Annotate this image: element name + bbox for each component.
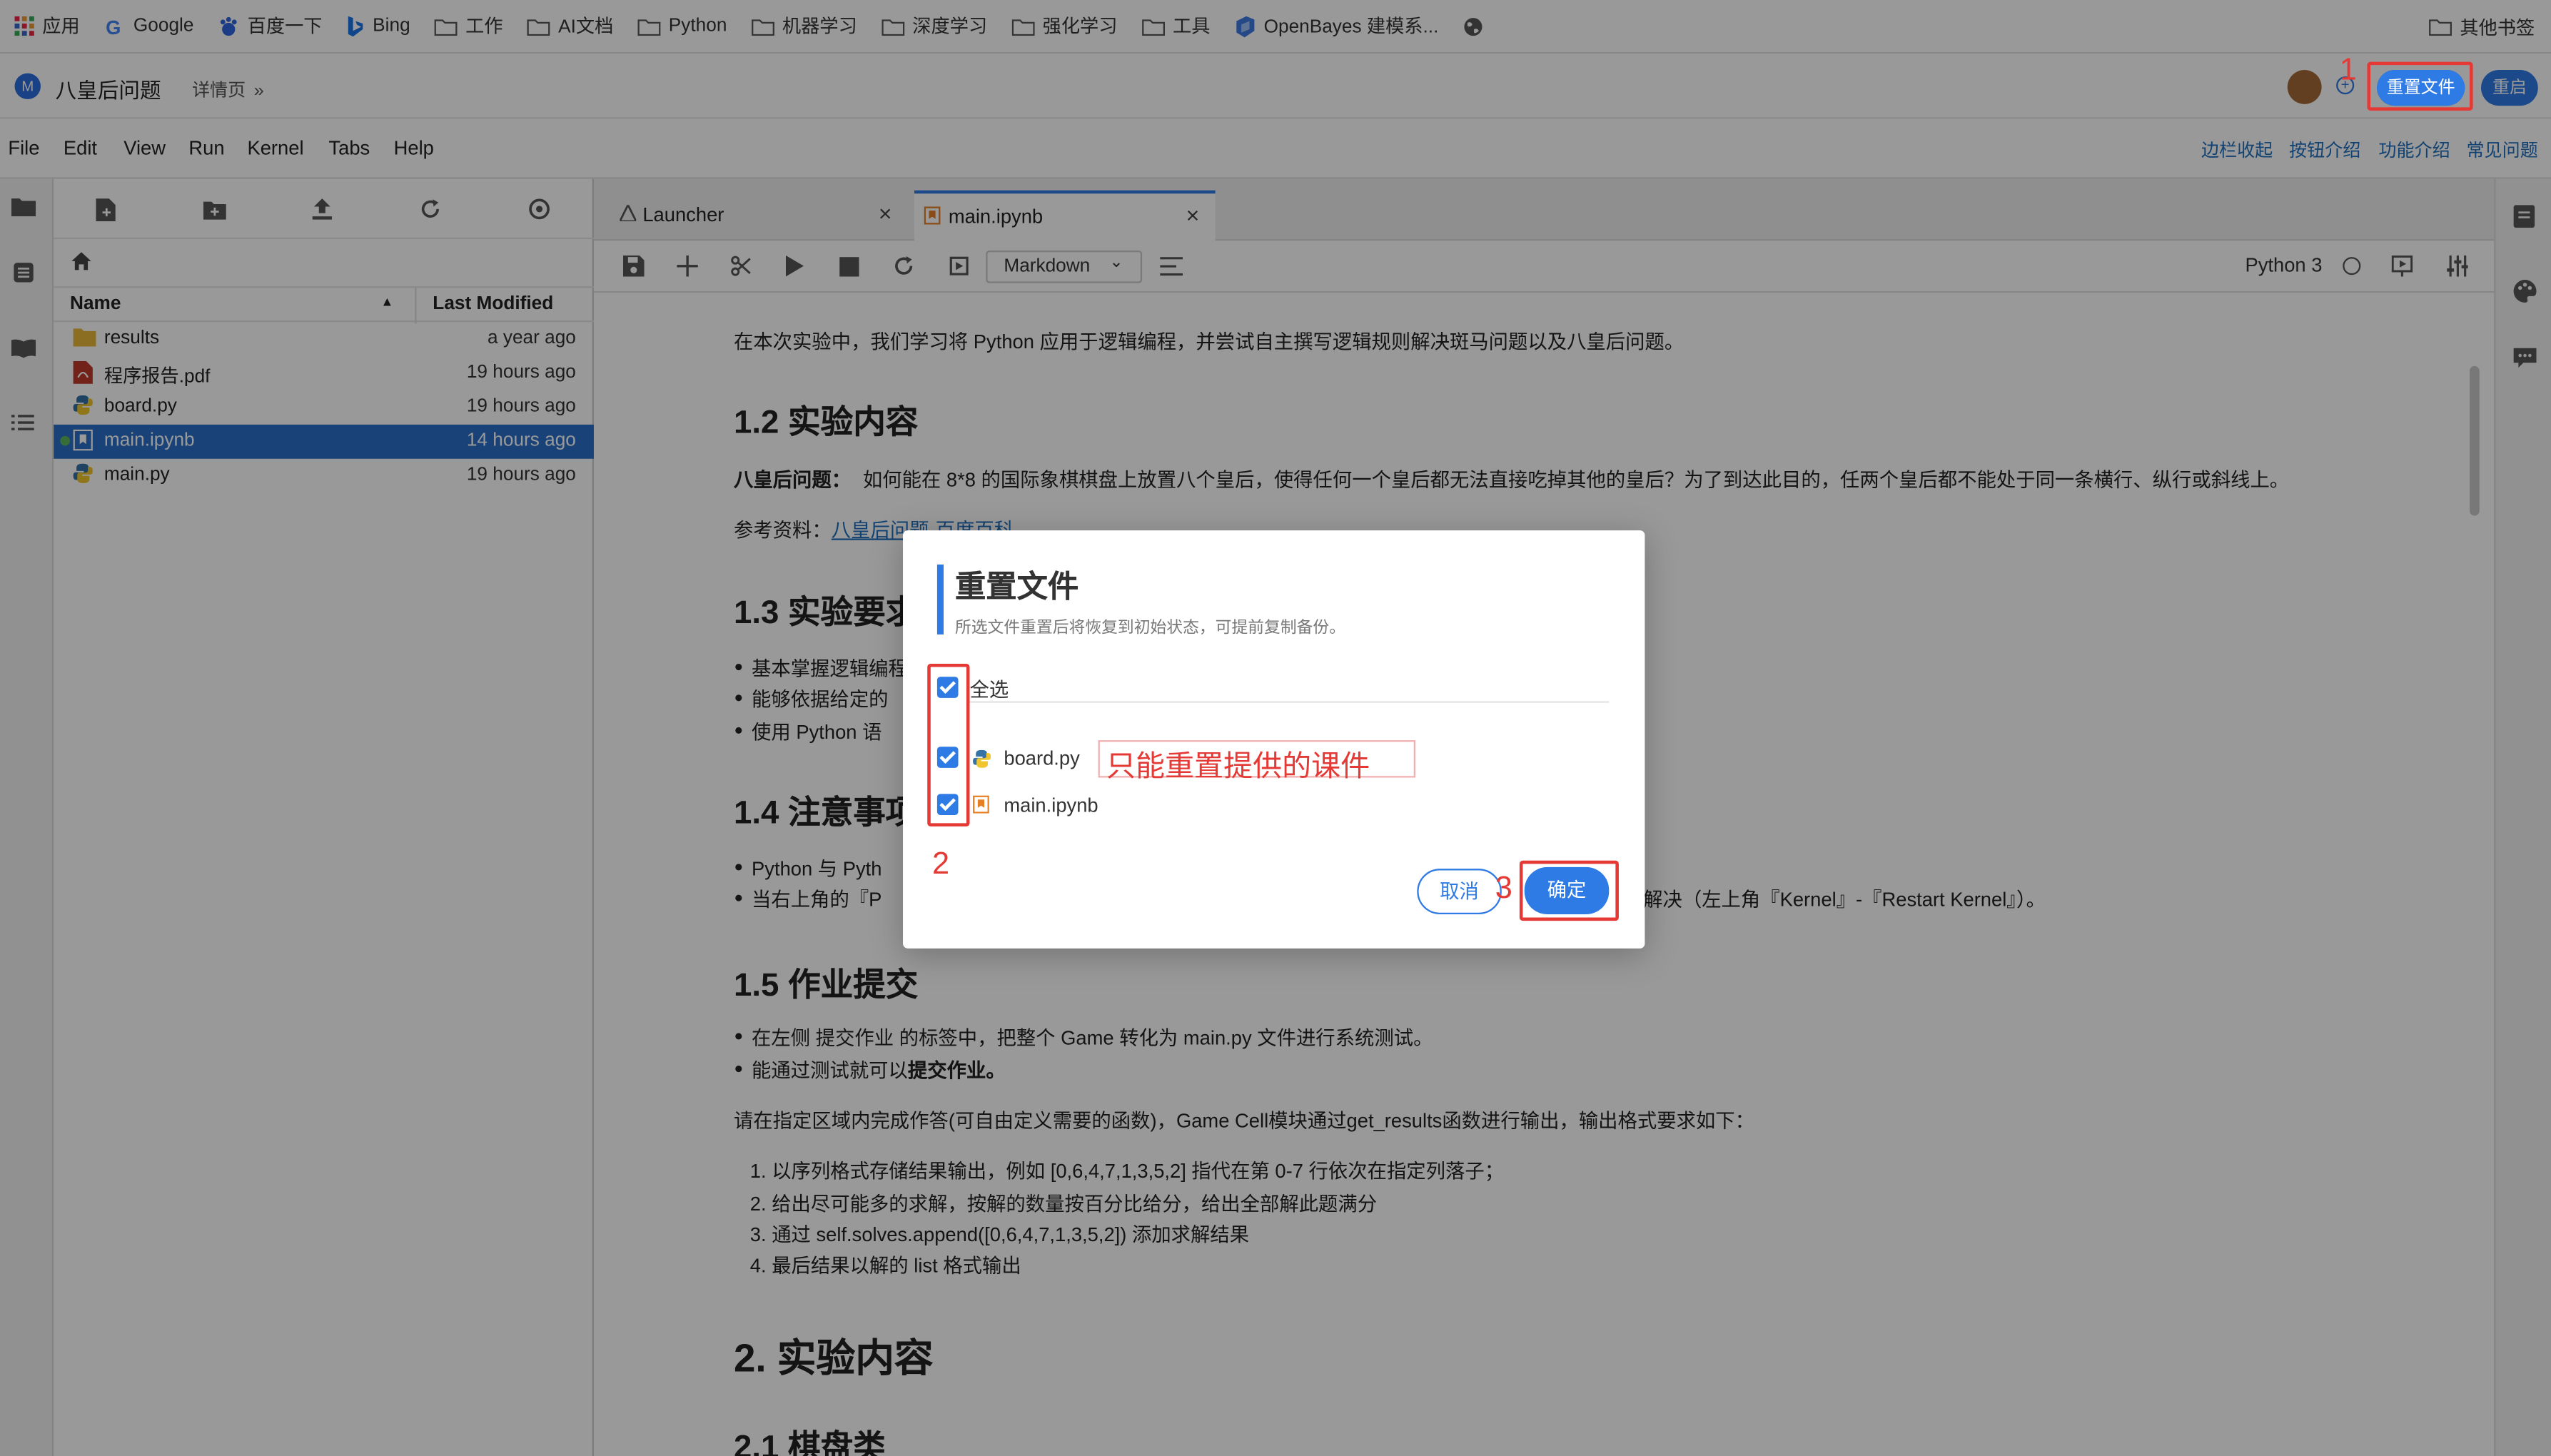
cancel-button[interactable]: 取消 bbox=[1417, 869, 1502, 914]
dialog-subtitle: 所选文件重置后将恢复到初始状态，可提前复制备份。 bbox=[954, 620, 1346, 638]
annotation-number: 3 bbox=[1495, 871, 1512, 906]
file-label-board: board.py bbox=[1004, 747, 1080, 770]
annotation-number: 1 bbox=[2339, 54, 2357, 89]
python-icon bbox=[973, 749, 991, 768]
notebook-icon bbox=[973, 795, 989, 814]
annotation-box-checkboxes bbox=[927, 663, 970, 826]
title-accent-bar bbox=[936, 564, 944, 635]
file-label-main: main.ipynb bbox=[1004, 794, 1098, 817]
select-all-label[interactable]: 全选 bbox=[969, 675, 1009, 703]
annotation-box-reset bbox=[2367, 61, 2473, 111]
reset-files-dialog: 重置文件 所选文件重置后将恢复到初始状态，可提前复制备份。 全选 board.p… bbox=[903, 530, 1645, 949]
annotation-text-box: 只能重置提供的课件 bbox=[1098, 740, 1416, 782]
annotation-number: 2 bbox=[932, 847, 950, 882]
divider bbox=[969, 701, 1610, 703]
dialog-title: 重置文件 bbox=[954, 571, 1079, 605]
annotation-box-confirm bbox=[1519, 860, 1619, 921]
